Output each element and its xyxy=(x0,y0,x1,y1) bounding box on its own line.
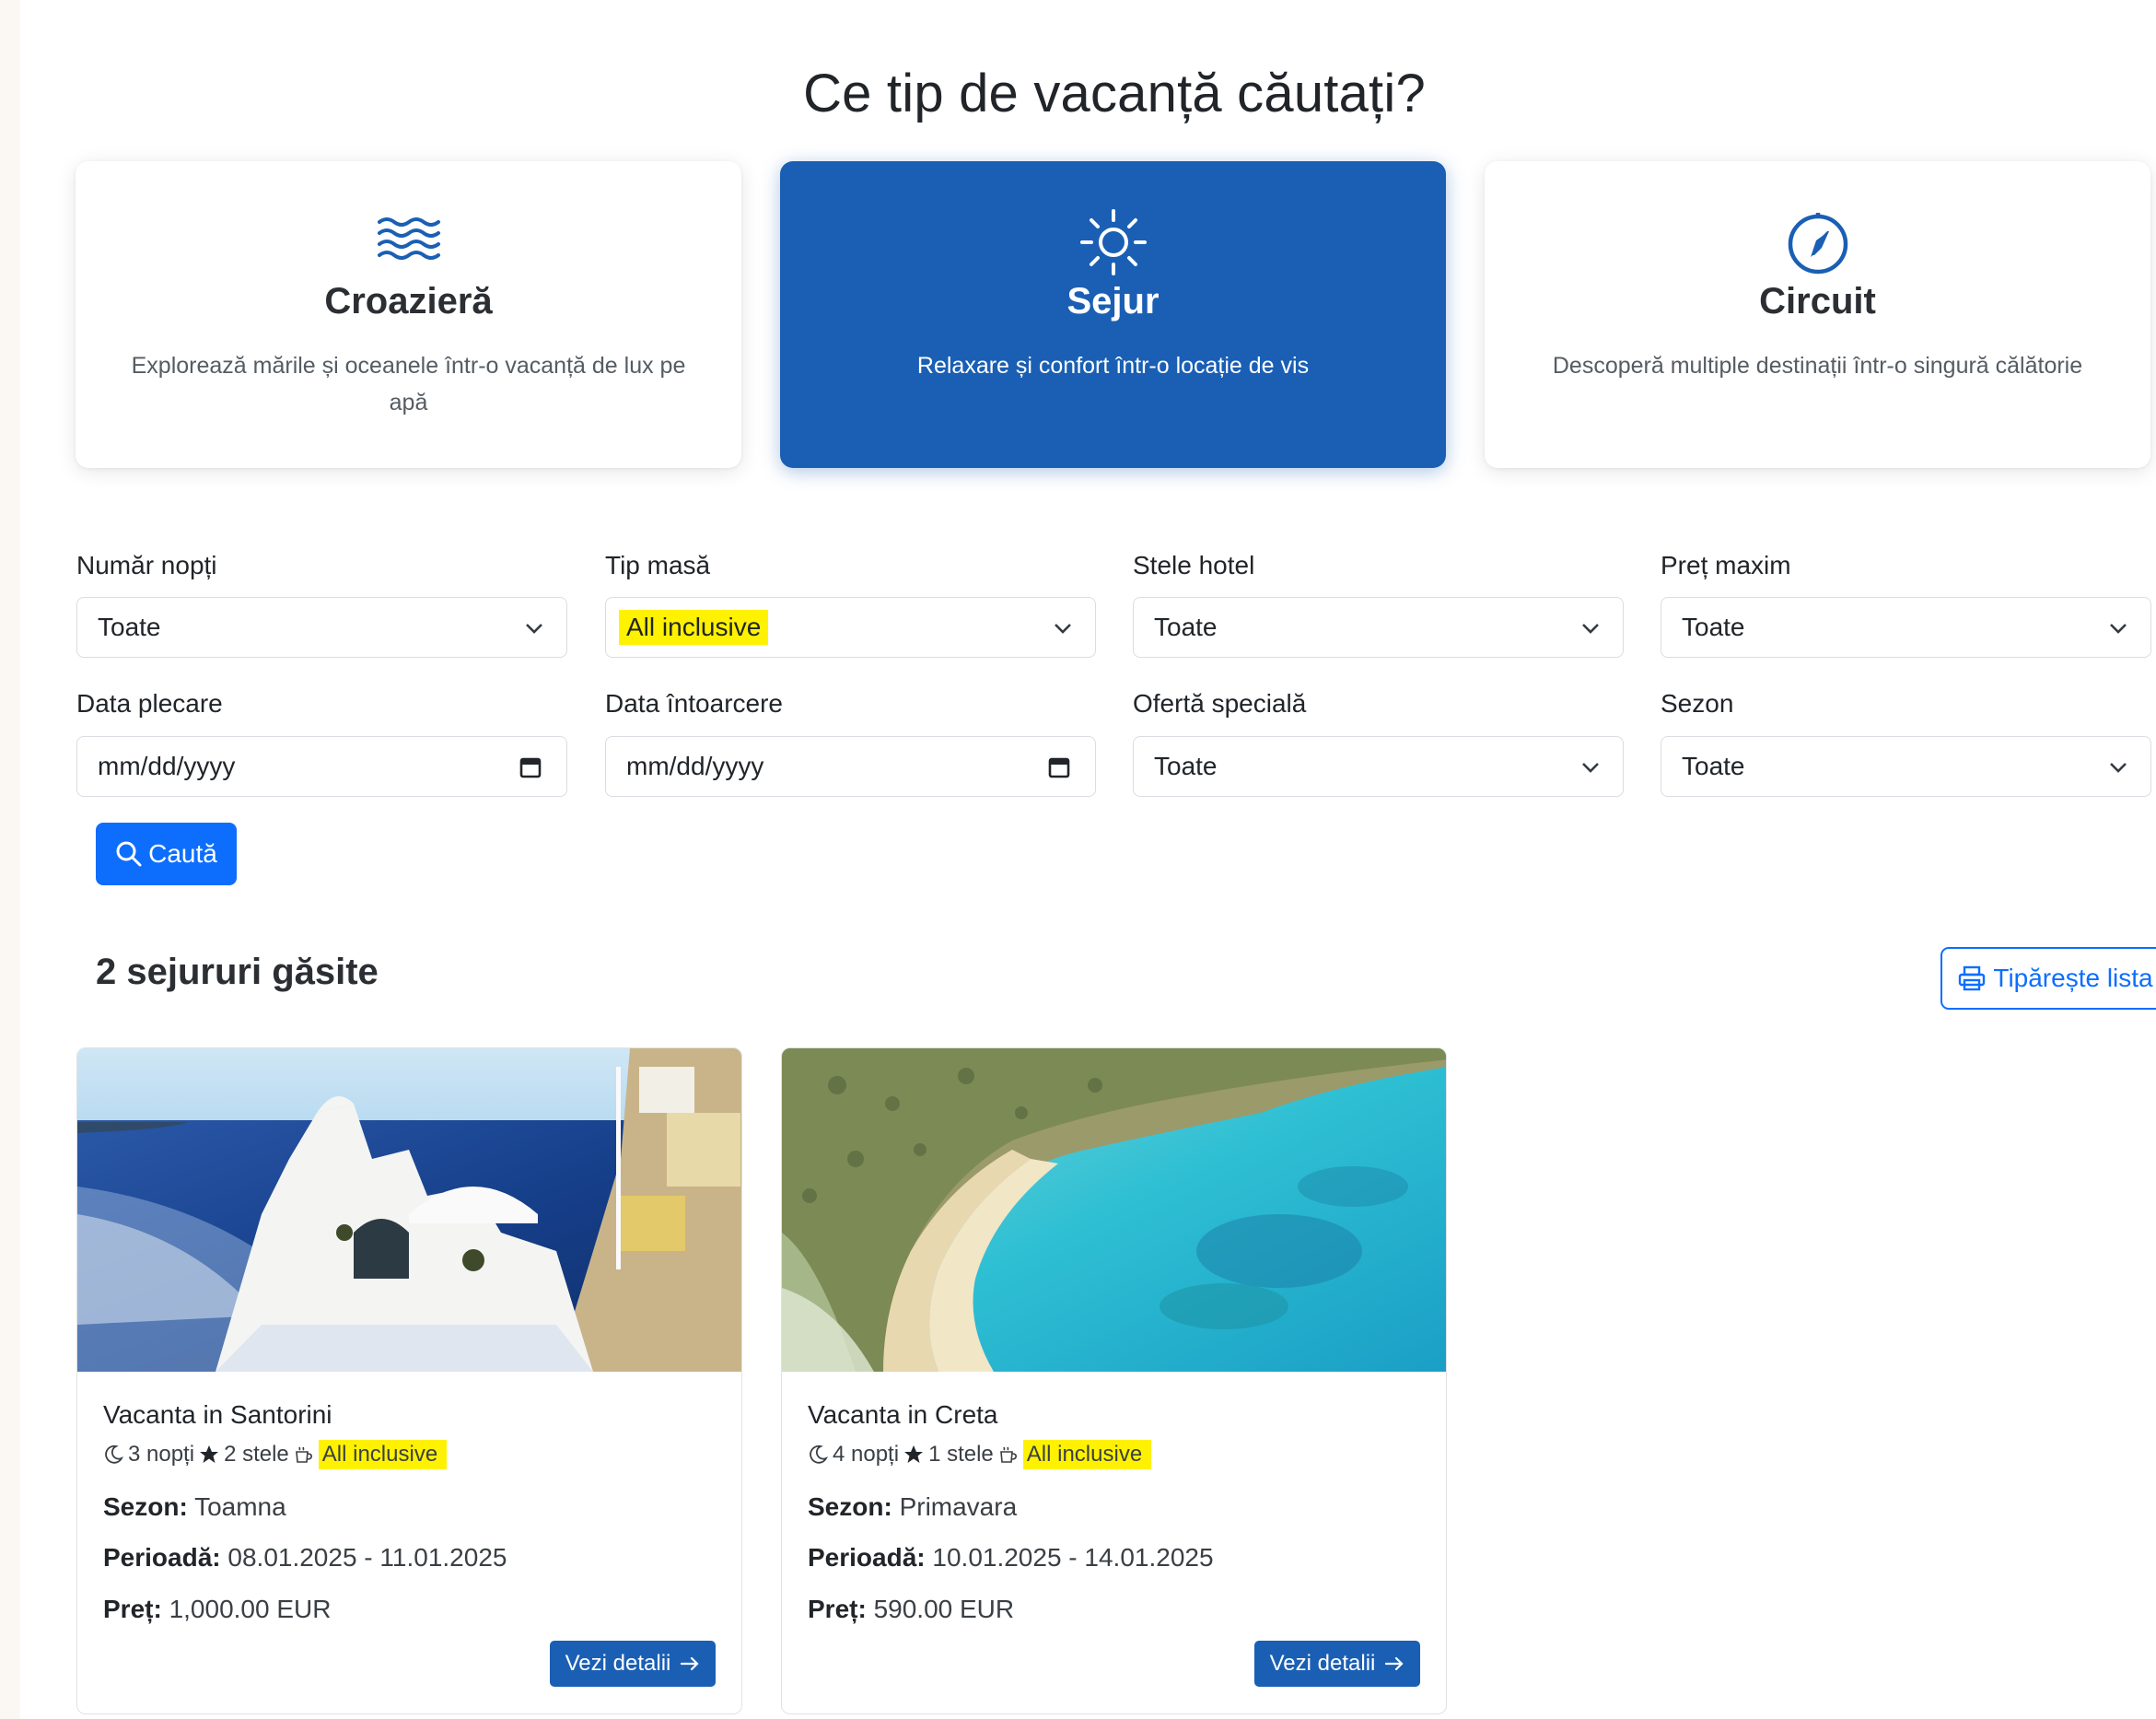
page: Ce tip de vacanță căutați? Croazieră Exp… xyxy=(20,0,2156,1719)
moon-icon xyxy=(105,1444,123,1464)
type-card-description: Relaxare și confort într-o locație de vi… xyxy=(916,353,1310,379)
result-season: Sezon: Primavara xyxy=(808,1492,1017,1522)
search-button-label: Caută xyxy=(148,839,217,868)
result-card: Vacanta in Creta 4 nopți 1 stele All inc… xyxy=(781,1047,1447,1714)
price-value: 1,000.00 EUR xyxy=(169,1595,332,1623)
star-icon xyxy=(200,1445,219,1463)
view-details-label: Vezi detalii xyxy=(565,1651,671,1676)
calendar-icon[interactable] xyxy=(1047,755,1071,779)
season-value: Primavara xyxy=(899,1492,1018,1521)
season-value: Toamna xyxy=(194,1492,286,1521)
period-label: Perioadă: xyxy=(808,1543,926,1572)
max-price-select-value: Toate xyxy=(1682,613,1745,641)
search-button[interactable]: Caută xyxy=(96,823,237,885)
result-name: Vacanta in Santorini xyxy=(103,1400,332,1429)
compass-icon xyxy=(1485,213,2150,281)
type-card-croaziera[interactable]: Croazieră Explorează mările și oceanele … xyxy=(76,161,741,468)
period-value: 10.01.2025 - 14.01.2025 xyxy=(932,1543,1214,1572)
nights-select-value: Toate xyxy=(98,613,161,641)
season-select-value: Toate xyxy=(1682,752,1745,780)
period-value: 08.01.2025 - 11.01.2025 xyxy=(227,1543,507,1572)
results-count: 2 sejururi găsite xyxy=(96,952,379,992)
type-card-description: Descoperă multiple destinații într-o sin… xyxy=(1552,353,2083,379)
view-details-button[interactable]: Vezi detalii xyxy=(1254,1641,1420,1687)
meal-select[interactable]: All inclusive xyxy=(605,597,1096,658)
result-meal: All inclusive xyxy=(318,1440,448,1469)
stars-select-value: Toate xyxy=(1154,613,1218,641)
star-icon xyxy=(904,1445,924,1463)
result-card: Vacanta in Santorini 3 nopți 2 stele All… xyxy=(76,1047,742,1714)
view-details-label: Vezi detalii xyxy=(1269,1651,1376,1676)
type-card-title: Croazieră xyxy=(324,281,493,322)
result-nights: 3 nopți xyxy=(128,1442,195,1467)
season-select[interactable]: Toate xyxy=(1661,736,2151,797)
search-icon xyxy=(116,841,142,867)
season-label: Sezon: xyxy=(103,1492,188,1521)
special-offer-label: Ofertă specială xyxy=(1133,689,1307,718)
print-list-label: Tipărește lista xyxy=(1993,964,2153,992)
price-label: Preț: xyxy=(808,1595,867,1623)
result-price: Preț: 590.00 EUR xyxy=(808,1595,1014,1624)
stars-label: Stele hotel xyxy=(1133,551,1255,579)
price-value: 590.00 EUR xyxy=(873,1595,1015,1623)
special-offer-select-value: Toate xyxy=(1154,752,1218,780)
result-season: Sezon: Toamna xyxy=(103,1492,286,1522)
return-date-placeholder: mm/dd/yyyy xyxy=(626,752,764,780)
result-meta: 3 nopți 2 stele All inclusive xyxy=(103,1440,448,1469)
stars-select[interactable]: Toate xyxy=(1133,597,1624,658)
chevron-down-icon xyxy=(2110,763,2127,773)
arrow-right-icon xyxy=(1385,1656,1404,1671)
type-card-title: Sejur xyxy=(1066,281,1160,322)
meal-label: Tip masă xyxy=(605,551,711,579)
return-label: Data întoarcere xyxy=(605,689,783,718)
special-offer-select[interactable]: Toate xyxy=(1133,736,1624,797)
type-card-description: Explorează mările și oceanele într-o vac… xyxy=(131,353,686,415)
chevron-down-icon xyxy=(1582,763,1599,773)
cup-icon xyxy=(295,1446,312,1463)
period-label: Perioadă: xyxy=(103,1543,221,1572)
creta-photo xyxy=(782,1048,1446,1372)
waves-icon xyxy=(76,215,741,281)
departure-date-placeholder: mm/dd/yyyy xyxy=(98,752,236,780)
printer-icon xyxy=(1959,965,1986,991)
page-title: Ce tip de vacanță căutați? xyxy=(803,64,1426,123)
type-card-sejur[interactable]: Sejur Relaxare și confort într-o locație… xyxy=(780,161,1446,468)
result-stars: 2 stele xyxy=(224,1442,289,1467)
result-period: Perioadă: 10.01.2025 - 14.01.2025 xyxy=(808,1543,1214,1573)
sun-icon xyxy=(780,209,1446,281)
result-meal: All inclusive xyxy=(1022,1440,1152,1469)
meal-select-value: All inclusive xyxy=(619,610,769,645)
result-stars: 1 stele xyxy=(928,1442,994,1467)
nights-select[interactable]: Toate xyxy=(76,597,567,658)
type-card-circuit[interactable]: Circuit Descoperă multiple destinații în… xyxy=(1485,161,2150,468)
chevron-down-icon xyxy=(1582,624,1599,634)
moon-icon xyxy=(810,1444,828,1464)
result-name: Vacanta in Creta xyxy=(808,1400,998,1429)
print-list-button[interactable]: Tipărește lista xyxy=(1940,947,2156,1010)
season-label: Sezon xyxy=(1661,689,1734,718)
chevron-down-icon xyxy=(1055,624,1071,634)
cup-icon xyxy=(999,1446,1017,1463)
season-label: Sezon: xyxy=(808,1492,892,1521)
max-price-label: Preț maxim xyxy=(1661,551,1791,579)
result-period: Perioadă: 08.01.2025 - 11.01.2025 xyxy=(103,1543,507,1573)
type-card-title: Circuit xyxy=(1759,281,1876,322)
result-nights: 4 nopți xyxy=(833,1442,900,1467)
chevron-down-icon xyxy=(526,624,542,634)
santorini-photo xyxy=(77,1048,741,1372)
arrow-right-icon xyxy=(681,1656,699,1671)
departure-label: Data plecare xyxy=(76,689,223,718)
result-meta: 4 nopți 1 stele All inclusive xyxy=(808,1440,1152,1469)
price-label: Preț: xyxy=(103,1595,162,1623)
nights-label: Număr nopți xyxy=(76,551,217,579)
departure-date-input[interactable]: mm/dd/yyyy xyxy=(76,736,567,797)
view-details-button[interactable]: Vezi detalii xyxy=(550,1641,716,1687)
chevron-down-icon xyxy=(2110,624,2127,634)
max-price-select[interactable]: Toate xyxy=(1661,597,2151,658)
calendar-icon[interactable] xyxy=(519,755,542,779)
return-date-input[interactable]: mm/dd/yyyy xyxy=(605,736,1096,797)
result-price: Preț: 1,000.00 EUR xyxy=(103,1595,331,1624)
